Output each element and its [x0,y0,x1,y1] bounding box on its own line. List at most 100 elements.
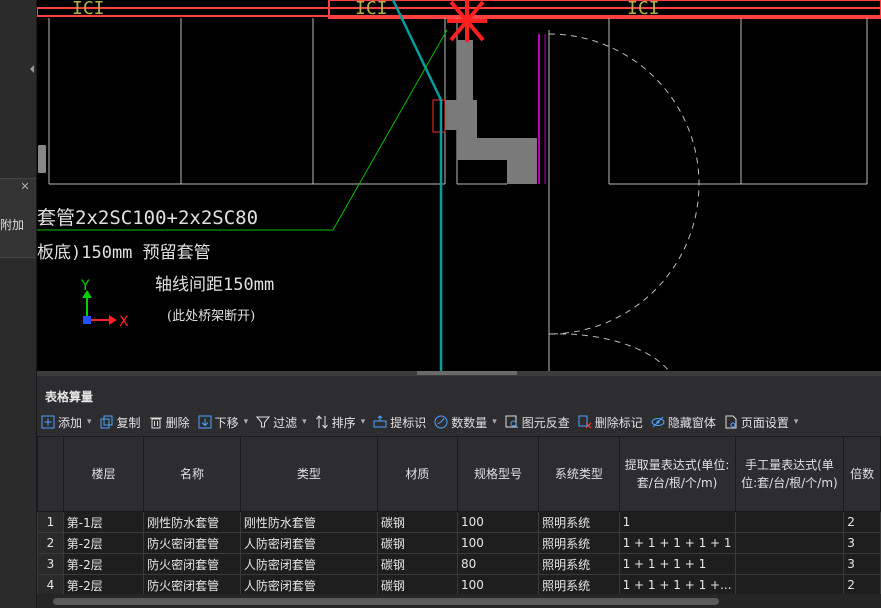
row-index: 1 [37,511,64,533]
row-index: 3 [37,553,64,575]
col-header-extract-expr[interactable]: 提取量表达式(单位:套/台/根/个/m) [618,436,736,512]
reverse-lookup-icon [505,415,519,429]
row-index: 4 [37,574,64,596]
page-setup-icon [725,415,737,429]
panel-toolbar: 添加 ▾ 复制 删除 下移 ▾ 过滤 ▾ 排序 ▾ 提标识 数数量 ▾ 图元反查… [37,410,881,434]
col-header-name[interactable]: 名称 [143,436,241,512]
cad-text-tr: ICI [627,0,660,19]
cell-floor[interactable]: 第-2层 [62,574,145,596]
axis-y-label: Y [80,278,90,294]
cell-type[interactable]: 刚性防水套管 [239,511,378,533]
table-header-row: 楼层 名称 类型 材质 规格型号 系统类型 提取量表达式(单位:套/台/根/个/… [37,436,881,512]
filter-icon [256,416,271,428]
table-row[interactable]: 3 第-2层 防火密闭套管 人防密闭套管 碳钢 80 照明系统 1 + 1 + … [37,553,881,575]
copy-button[interactable]: 复制 [96,411,145,433]
cell-name[interactable]: 防火密闭套管 [143,553,241,575]
col-header-system[interactable]: 系统类型 [538,436,620,512]
count-button[interactable]: 数数量 ▾ [430,411,501,433]
cell-system[interactable]: 照明系统 [538,511,620,533]
cell-material[interactable]: 碳钢 [376,532,458,554]
copy-icon [100,415,113,429]
collapse-arrow-icon[interactable] [30,65,34,73]
trash-icon [149,417,162,429]
quantity-table: 楼层 名称 类型 材质 规格型号 系统类型 提取量表达式(单位:套/台/根/个/… [37,436,881,596]
extract-mark-button[interactable]: 提标识 [369,411,430,433]
cell-system[interactable]: 照明系统 [538,574,620,596]
col-header-spec[interactable]: 规格型号 [456,436,540,512]
cell-name[interactable]: 防火密闭套管 [143,574,241,596]
row-index: 2 [37,532,64,554]
col-header-index [37,436,64,512]
page-setup-button[interactable]: 页面设置 ▾ [720,411,803,433]
erase-mark-icon [578,415,592,429]
col-header-manual-expr[interactable]: 手工量表达式(单位:套/台/根/个/m) [734,436,845,512]
add-button[interactable]: 添加 ▾ [37,411,96,433]
cell-floor[interactable]: 第-1层 [62,511,145,533]
cell-manual-expr[interactable] [734,553,845,575]
count-icon [434,415,448,429]
cell-extract-expr[interactable]: 1 [618,511,736,533]
cell-material[interactable]: 碳钢 [376,553,458,575]
plus-square-icon [41,415,55,429]
cell-multiplier[interactable]: 3 [843,553,881,575]
cell-floor[interactable]: 第-2层 [62,532,145,554]
col-header-material[interactable]: 材质 [376,436,458,512]
arrow-down-icon [198,415,212,429]
left-splitter-grip[interactable] [38,145,46,173]
horizontal-scrollbar[interactable] [37,594,881,608]
cell-manual-expr[interactable] [734,511,845,533]
cell-multiplier[interactable]: 2 [843,574,881,596]
cell-type[interactable]: 人防密闭套管 [239,574,378,596]
element-reverse-button[interactable]: 图元反查 [501,411,574,433]
close-icon[interactable]: ✕ [20,181,30,192]
cell-name[interactable]: 刚性防水套管 [143,511,241,533]
cad-canvas[interactable]: ICI ICI ICI 套管2x2SC100+2x2SC80 板底)150mm … [37,0,881,371]
cad-text-tm: ICI [355,0,388,19]
cell-type[interactable]: 人防密闭套管 [239,553,378,575]
cad-label-offset: 板底)150mm 预留套管 [37,243,211,263]
scrollbar-thumb[interactable] [53,598,719,605]
cell-extract-expr[interactable]: 1 + 1 + 1 + 1 +... [618,574,736,596]
filter-button[interactable]: 过滤 ▾ [252,411,311,433]
delete-mark-button[interactable]: 删除标记 [574,411,647,433]
panel-title: 表格算量 [45,390,94,404]
cell-multiplier[interactable]: 2 [843,511,881,533]
error-marker-icon [447,0,487,42]
eye-hidden-icon [651,416,665,428]
col-header-type[interactable]: 类型 [239,436,378,512]
sort-icon [315,415,328,429]
hide-window-button[interactable]: 隐藏窗体 [647,411,720,433]
cell-spec[interactable]: 100 [456,574,540,596]
left-dock-strip [0,0,37,608]
cell-manual-expr[interactable] [734,532,845,554]
col-header-multiplier[interactable]: 倍数 [843,436,881,512]
cell-spec[interactable]: 100 [456,511,540,533]
splitter-handle[interactable] [417,371,517,375]
axis-x-label: X [119,314,129,330]
col-header-floor[interactable]: 楼层 [62,436,145,512]
table-row[interactable]: 2 第-2层 防火密闭套管 人防密闭套管 碳钢 100 照明系统 1 + 1 +… [37,532,881,554]
cell-extract-expr[interactable]: 1 + 1 + 1 + 1 + 1 [618,532,736,554]
delete-button[interactable]: 删除 [145,411,194,433]
table-calc-panel: 表格算量 添加 ▾ 复制 删除 下移 ▾ 过滤 ▾ 排序 ▾ 提标识 数数量 ▾… [37,376,881,608]
move-down-button[interactable]: 下移 ▾ [194,411,253,433]
cad-text-tl: ICI [72,0,105,19]
cell-type[interactable]: 人防密闭套管 [239,532,378,554]
table-row[interactable]: 1 第-1层 刚性防水套管 刚性防水套管 碳钢 100 照明系统 1 2 [37,511,881,533]
cell-system[interactable]: 照明系统 [538,553,620,575]
table-row[interactable]: 4 第-2层 防火密闭套管 人防密闭套管 碳钢 100 照明系统 1 + 1 +… [37,574,881,596]
cell-system[interactable]: 照明系统 [538,532,620,554]
cell-extract-expr[interactable]: 1 + 1 + 1 + 1 [618,553,736,575]
sort-button[interactable]: 排序 ▾ [311,411,370,433]
cell-material[interactable]: 碳钢 [376,511,458,533]
cell-spec[interactable]: 100 [456,532,540,554]
cell-spec[interactable]: 80 [456,553,540,575]
cell-floor[interactable]: 第-2层 [62,553,145,575]
left-panel-label: 附加 [0,218,25,232]
cell-name[interactable]: 防火密闭套管 [143,532,241,554]
cad-label-pipe: 套管2x2SC100+2x2SC80 [37,207,258,229]
cell-material[interactable]: 碳钢 [376,574,458,596]
tag-icon [373,415,387,428]
cell-multiplier[interactable]: 3 [843,532,881,554]
cell-manual-expr[interactable] [734,574,845,596]
